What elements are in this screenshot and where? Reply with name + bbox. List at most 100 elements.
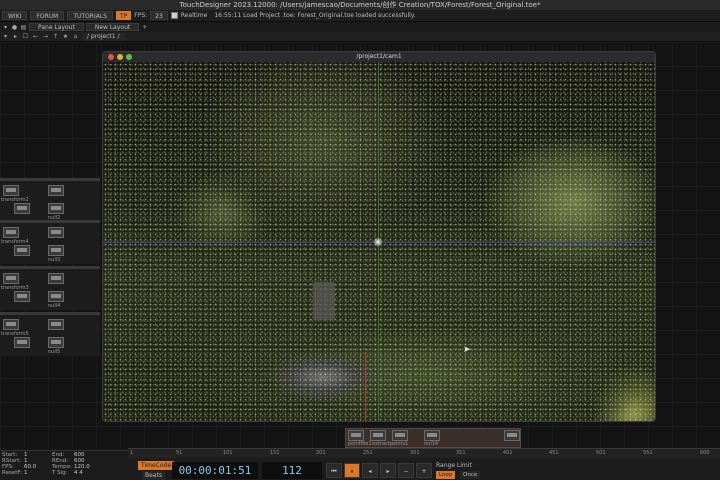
tick-label: 401 xyxy=(503,450,513,456)
checkbox-icon[interactable]: ☐ xyxy=(22,33,29,40)
timeline-ruler[interactable]: 1 51 101 151 201 251 301 351 401 451 501… xyxy=(128,448,720,458)
node-label: transform5 xyxy=(1,331,29,337)
node-null[interactable] xyxy=(48,319,64,330)
node-group[interactable]: transform2 null2 xyxy=(0,178,100,222)
play-icon[interactable]: ▸ xyxy=(380,463,396,478)
record-icon[interactable]: ● xyxy=(11,24,18,31)
node-label: transform3 xyxy=(1,285,29,291)
tab-pane-layout[interactable]: Pane Layout xyxy=(29,23,84,31)
tick-label: 101 xyxy=(223,450,233,456)
node-label: extractpoints1 xyxy=(372,441,409,447)
node[interactable] xyxy=(14,291,30,302)
node-transform[interactable] xyxy=(3,227,19,238)
node-label: null4 xyxy=(48,303,61,309)
timecode-mode-button[interactable]: TimeCode xyxy=(138,461,175,470)
node-pointfile[interactable] xyxy=(348,430,364,441)
tick-label: 600 xyxy=(700,450,710,456)
path-toolbar: ▾ ▸ ☐ ← → ↑ ★ ⌂ / project1 / xyxy=(0,32,720,42)
tp-badge[interactable]: TP xyxy=(115,11,132,20)
close-icon[interactable] xyxy=(108,54,114,60)
fps-value: 23 xyxy=(150,11,168,20)
play-icon[interactable]: ▸ xyxy=(12,33,19,40)
wiki-button[interactable]: WIKI xyxy=(2,11,28,20)
node[interactable] xyxy=(48,337,64,348)
tab-new-layout[interactable]: New Layout xyxy=(85,23,140,31)
menu-icon[interactable]: ▾ xyxy=(2,24,9,31)
node[interactable] xyxy=(370,430,386,441)
node-label: nul14 xyxy=(424,441,439,447)
range-limit-label: Range Limit xyxy=(436,462,472,469)
node[interactable] xyxy=(14,337,30,348)
node-label: transform4 xyxy=(1,239,29,245)
node[interactable] xyxy=(392,430,408,441)
loop-button[interactable]: Loop xyxy=(436,471,456,479)
fps-label: FPS: xyxy=(134,12,148,19)
node-transform[interactable] xyxy=(3,273,19,284)
once-button[interactable]: Once xyxy=(460,471,481,479)
node[interactable] xyxy=(424,430,440,441)
step-forward-icon[interactable]: + xyxy=(416,463,432,478)
play-reverse-icon[interactable]: ◂ xyxy=(362,463,378,478)
node[interactable] xyxy=(48,203,64,214)
timeline-settings: Start: 1 End: 600 RStart: 1 REnd: 600 FP… xyxy=(2,452,126,476)
node[interactable] xyxy=(14,245,30,256)
tick-label: 301 xyxy=(410,450,420,456)
resetf-label: ResetF: xyxy=(2,470,22,476)
minimize-icon[interactable] xyxy=(117,54,123,60)
tick-label: 351 xyxy=(456,450,466,456)
tick-label: 1 xyxy=(130,450,134,456)
realtime-checkbox[interactable] xyxy=(170,12,178,19)
node-label: pointfile1 xyxy=(348,441,372,447)
viewer-titlebar[interactable]: /project1/cam1 xyxy=(103,52,655,62)
top-toolbar: WIKI FORUM TUTORIALS TP FPS: 23 Realtime… xyxy=(0,10,720,22)
node-null[interactable] xyxy=(48,227,64,238)
node[interactable] xyxy=(48,291,64,302)
tutorials-button[interactable]: TUTORIALS xyxy=(67,11,113,20)
mouse-cursor-icon: ➤ xyxy=(463,345,471,355)
step-back-icon[interactable]: − xyxy=(398,463,414,478)
home-icon[interactable]: ⌂ xyxy=(72,33,79,40)
tsig-value[interactable]: 4 4 xyxy=(74,470,102,476)
point-file-node-strip[interactable]: pointfile1 extractpoints1 nul14 xyxy=(345,428,521,448)
star-icon[interactable]: ★ xyxy=(62,33,69,40)
network-path[interactable]: / project1 / xyxy=(82,32,125,41)
forum-button[interactable]: FORUM xyxy=(30,11,65,20)
node-null[interactable] xyxy=(48,273,64,284)
add-tab-icon[interactable]: + xyxy=(141,24,148,31)
node-transform[interactable] xyxy=(3,319,19,330)
node-group[interactable]: transform5 null5 xyxy=(0,312,100,356)
depth-axis-line xyxy=(365,352,366,421)
beats-mode-button[interactable]: Beats xyxy=(142,471,165,480)
node-label: transform2 xyxy=(1,197,29,203)
node-transform[interactable] xyxy=(3,185,19,196)
camera-viewer-window[interactable]: /project1/cam1 ➤ xyxy=(102,51,656,422)
origin-marker xyxy=(373,237,383,247)
viewer-title: /project1/cam1 xyxy=(356,53,402,60)
tick-label: 451 xyxy=(549,450,559,456)
tick-label: 51 xyxy=(176,450,183,456)
pause-icon[interactable]: ⏸ xyxy=(344,463,360,478)
tick-label: 201 xyxy=(316,450,326,456)
node[interactable] xyxy=(48,245,64,256)
node[interactable] xyxy=(14,203,30,214)
resetf-value[interactable]: 1 xyxy=(24,470,52,476)
frame-display[interactable]: 112 xyxy=(262,462,322,479)
up-icon[interactable]: ↑ xyxy=(52,33,59,40)
dropdown-icon[interactable]: ▾ xyxy=(2,33,9,40)
point-cloud-render[interactable]: ➤ xyxy=(103,62,655,421)
node[interactable] xyxy=(504,430,520,441)
node-label: null3 xyxy=(48,257,61,263)
go-to-start-icon[interactable]: ⏮ xyxy=(326,463,342,478)
back-icon[interactable]: ← xyxy=(32,33,39,40)
tsig-label: T Sig: xyxy=(52,470,68,476)
forward-icon[interactable]: → xyxy=(42,33,49,40)
node-group[interactable]: transform3 null4 xyxy=(0,266,100,310)
node-group[interactable]: transform4 null3 xyxy=(0,220,100,264)
node-null[interactable] xyxy=(48,185,64,196)
tick-label: 501 xyxy=(596,450,606,456)
split-icon[interactable]: ▤ xyxy=(20,24,27,31)
tick-label: 251 xyxy=(363,450,373,456)
tick-label: 551 xyxy=(643,450,653,456)
maximize-icon[interactable] xyxy=(126,54,132,60)
timecode-display[interactable]: 00:00:01:51 xyxy=(172,462,258,479)
